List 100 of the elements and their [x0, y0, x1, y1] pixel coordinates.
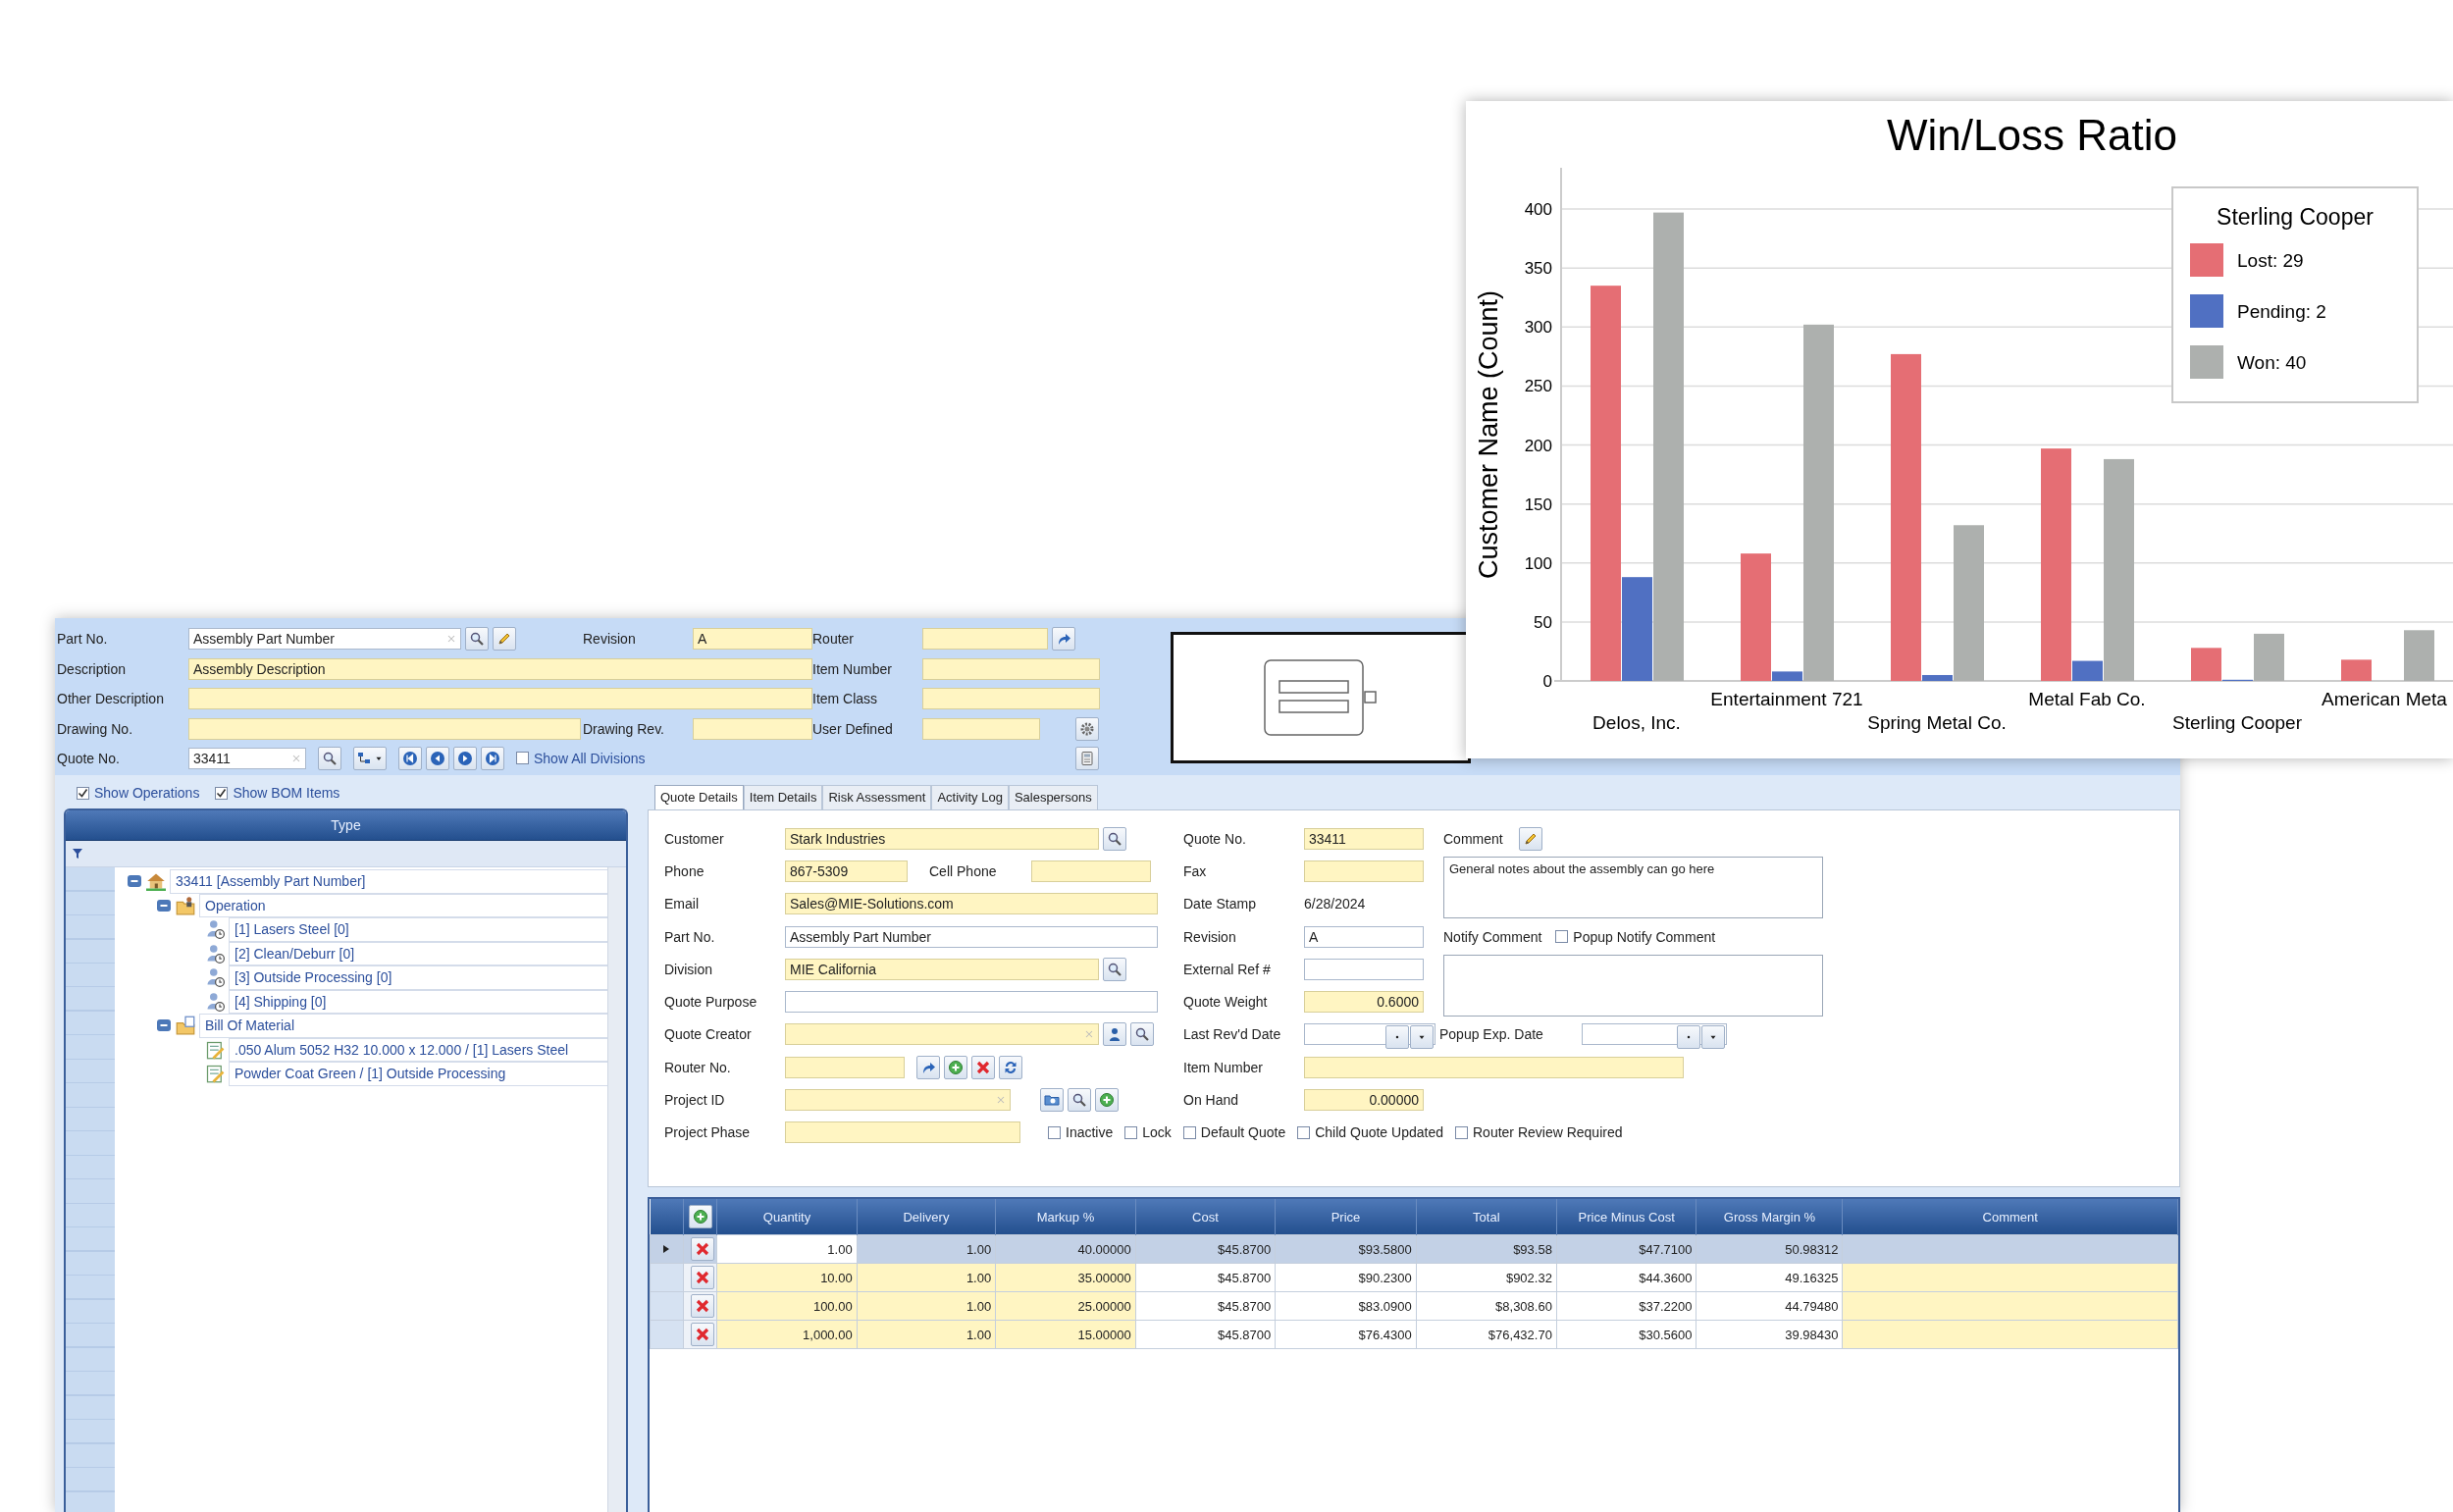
checkbox-label[interactable]: Router Review Required: [1473, 1124, 1623, 1141]
input-field[interactable]: Assembly Description: [188, 657, 812, 680]
tree-item[interactable]: Powder Coat Green / [1] Outside Processing: [229, 1062, 607, 1086]
dropdown-button[interactable]: [1701, 1025, 1725, 1050]
input-field[interactable]: [785, 1121, 1020, 1144]
delete-row-button[interactable]: [691, 1323, 715, 1346]
input-field[interactable]: 33411: [1304, 827, 1424, 850]
input-field[interactable]: MIE California: [785, 958, 1099, 980]
checkbox-label[interactable]: Show Operations: [94, 785, 200, 801]
search-button[interactable]: [1068, 1088, 1091, 1112]
delete-row-button[interactable]: [691, 1237, 715, 1261]
comment-box[interactable]: General notes about the assembly can go here: [1443, 857, 1823, 918]
delete-row-button[interactable]: [691, 1294, 715, 1318]
input-field[interactable]: [785, 1089, 1011, 1111]
input-field[interactable]: [785, 1023, 1099, 1046]
tree-item[interactable]: .050 Alum 5052 H32 10.000 x 12.000 / [1] Lasers Steel: [229, 1037, 607, 1062]
input-field[interactable]: [1304, 958, 1424, 980]
input-field[interactable]: [922, 628, 1048, 651]
checkbox[interactable]: [215, 786, 229, 800]
search-button[interactable]: [465, 627, 489, 652]
column-header[interactable]: Markup %: [995, 1199, 1136, 1235]
first-button[interactable]: [398, 747, 422, 771]
tab[interactable]: Quote Details: [654, 785, 744, 809]
checkbox[interactable]: [516, 752, 529, 764]
calculator-button[interactable]: [1075, 747, 1099, 771]
router-button[interactable]: [916, 1055, 940, 1079]
dot-button[interactable]: [1677, 1025, 1700, 1050]
add-button[interactable]: [1095, 1088, 1119, 1112]
collapse-icon[interactable]: [127, 873, 142, 890]
checkbox[interactable]: [1455, 1125, 1468, 1139]
input-field[interactable]: [922, 717, 1040, 740]
input-field[interactable]: 867-5309: [785, 860, 908, 882]
input-field[interactable]: [1031, 860, 1151, 882]
column-header[interactable]: Price: [1275, 1199, 1417, 1235]
checkbox[interactable]: [77, 786, 89, 800]
input-field[interactable]: [1304, 1056, 1684, 1078]
input-field[interactable]: Stark Industries: [785, 827, 1099, 850]
refresh-button[interactable]: [999, 1055, 1022, 1079]
input-field[interactable]: Assembly Part Number: [785, 925, 1158, 948]
hierarchy-dropdown[interactable]: [353, 747, 387, 771]
tree-item[interactable]: [2] Clean/Deburr [0]: [229, 941, 607, 965]
input-field[interactable]: [188, 717, 581, 740]
edit-button[interactable]: [1518, 826, 1542, 851]
scrollbar[interactable]: [607, 867, 626, 1512]
input-field[interactable]: 0.6000: [1304, 991, 1424, 1014]
add-button[interactable]: [944, 1055, 967, 1079]
tab[interactable]: Activity Log: [931, 785, 1009, 809]
delete-row-button[interactable]: [691, 1266, 715, 1289]
checkbox[interactable]: [1555, 930, 1569, 944]
input-field[interactable]: 0.00000: [1304, 1089, 1424, 1111]
input-field[interactable]: Sales@MIE-Solutions.com: [785, 893, 1158, 915]
input-field[interactable]: A: [693, 628, 812, 651]
search-button[interactable]: [318, 747, 341, 771]
tab[interactable]: Risk Assessment: [822, 785, 932, 809]
tree-item[interactable]: 33411 [Assembly Part Number]: [170, 869, 607, 894]
checkbox-label[interactable]: Default Quote: [1200, 1124, 1286, 1141]
checkbox-label[interactable]: Popup Notify Comment: [1573, 928, 1716, 945]
previous-button[interactable]: [426, 747, 449, 771]
input-field[interactable]: [1582, 1023, 1727, 1046]
tree-item[interactable]: [4] Shipping [0]: [229, 989, 607, 1014]
input-field[interactable]: [1304, 1023, 1435, 1046]
column-header[interactable]: Gross Margin %: [1696, 1199, 1843, 1235]
input-field[interactable]: A: [1304, 925, 1424, 948]
checkbox-label[interactable]: Show BOM Items: [233, 785, 340, 801]
tab[interactable]: Salespersons: [1008, 785, 1098, 809]
checkbox[interactable]: [1124, 1125, 1138, 1139]
column-header[interactable]: Cost: [1135, 1199, 1276, 1235]
collapse-icon[interactable]: [156, 897, 172, 913]
delete-button[interactable]: [971, 1055, 995, 1079]
input-field[interactable]: Assembly Part Number: [188, 628, 461, 651]
notify-comment-box[interactable]: [1443, 955, 1823, 1017]
next-button[interactable]: [453, 747, 477, 771]
person-button[interactable]: [1103, 1022, 1126, 1047]
checkbox-label[interactable]: Child Quote Updated: [1315, 1124, 1443, 1141]
input-field[interactable]: [1304, 860, 1424, 882]
add-row-button[interactable]: [688, 1205, 712, 1228]
checkbox-label[interactable]: Lock: [1142, 1124, 1172, 1141]
tree-item[interactable]: [1] Lasers Steel [0]: [229, 917, 607, 942]
tree-item[interactable]: Operation: [199, 893, 607, 917]
column-header[interactable]: Delivery: [857, 1199, 996, 1235]
search-button[interactable]: [1130, 1022, 1154, 1047]
filter-icon[interactable]: [72, 848, 83, 860]
column-header[interactable]: Quantity: [716, 1199, 858, 1235]
settings-button[interactable]: [1075, 716, 1099, 741]
input-field[interactable]: [188, 688, 812, 710]
collapse-icon[interactable]: [156, 1017, 172, 1034]
column-header[interactable]: Type: [331, 817, 361, 833]
checkbox[interactable]: [1182, 1125, 1196, 1139]
dot-button[interactable]: [1385, 1025, 1409, 1050]
checkbox[interactable]: [1048, 1125, 1061, 1139]
edit-button[interactable]: [493, 627, 516, 652]
input-field[interactable]: [922, 688, 1100, 710]
input-field[interactable]: [785, 1056, 905, 1078]
last-button[interactable]: [481, 747, 504, 771]
router-button[interactable]: [1052, 627, 1075, 652]
input-field[interactable]: [922, 657, 1100, 680]
column-header[interactable]: Comment: [1843, 1199, 2178, 1235]
column-header[interactable]: Price Minus Cost: [1556, 1199, 1696, 1235]
search-button[interactable]: [1103, 957, 1126, 981]
dropdown-button[interactable]: [1410, 1025, 1434, 1050]
